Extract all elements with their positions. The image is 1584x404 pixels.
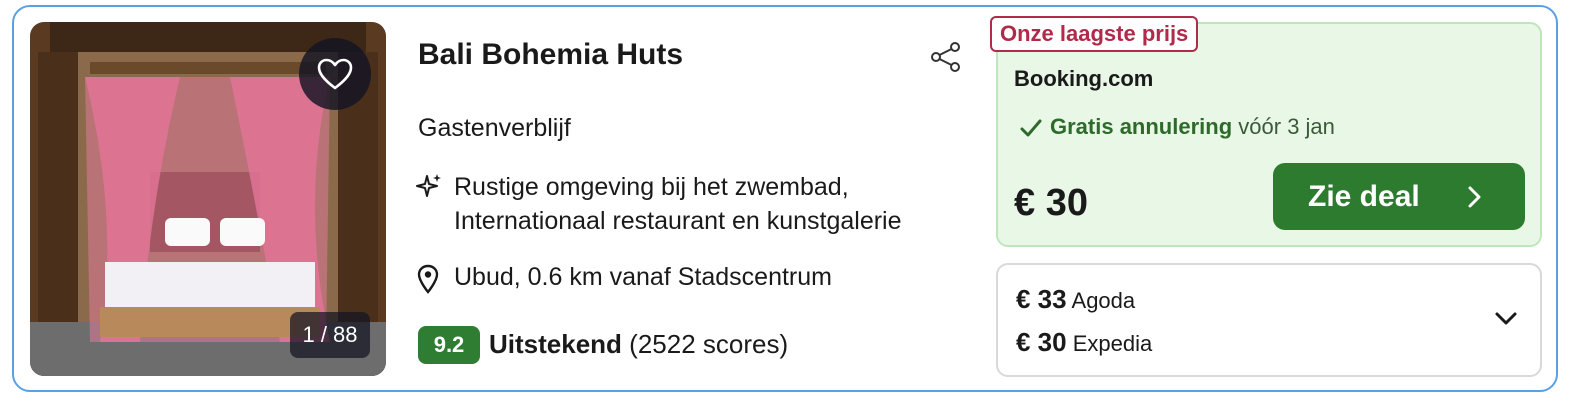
offer-provider: Expedia — [1072, 331, 1153, 356]
free-cancellation: Gratis annulering vóór 3 jan — [1050, 114, 1335, 140]
chevron-right-icon — [1468, 186, 1481, 208]
property-type: Gastenverblijf — [418, 114, 571, 142]
view-deal-label: Zie deal — [1308, 179, 1420, 213]
photo-counter: 1 / 88 — [290, 312, 370, 358]
checkmark-icon — [1020, 119, 1042, 137]
feature-text: Rustige omgeving bij het zwembad, Intern… — [454, 173, 902, 235]
favorite-button[interactable] — [299, 38, 371, 110]
share-icon[interactable] — [928, 40, 964, 74]
rating-count: (2522 scores) — [629, 329, 789, 359]
sparkle-icon — [416, 174, 441, 197]
deal-price: € 30 — [1014, 182, 1088, 224]
deal-provider: Booking.com — [1014, 66, 1154, 91]
offer-row[interactable]: € 30 Expedia — [1016, 327, 1152, 358]
offer-price: € 33 — [1016, 284, 1067, 314]
chevron-down-icon[interactable] — [1494, 310, 1518, 328]
offer-price: € 30 — [1016, 327, 1067, 357]
cancellation-deadline: vóór 3 jan — [1238, 114, 1335, 139]
hotel-name[interactable]: Bali Bohemia Huts — [418, 38, 683, 72]
other-offers-panel[interactable] — [996, 263, 1542, 377]
free-cancellation-label: Gratis annulering — [1050, 114, 1233, 139]
rating-label: Uitstekend — [489, 329, 622, 359]
offer-provider: Agoda — [1071, 288, 1136, 313]
lowest-price-badge: Onze laagste prijs — [990, 16, 1199, 52]
heart-icon — [317, 58, 353, 90]
rating-score-badge: 9.2 — [418, 326, 480, 364]
location-text[interactable]: Ubud, 0.6 km vanaf Stadscentrum — [454, 263, 832, 292]
view-deal-button[interactable]: Zie deal — [1273, 163, 1525, 230]
location-pin-icon — [417, 264, 439, 294]
offer-row[interactable]: € 33 Agoda — [1016, 284, 1135, 315]
rating-summary[interactable]: Uitstekend (2522 scores) — [489, 329, 788, 360]
